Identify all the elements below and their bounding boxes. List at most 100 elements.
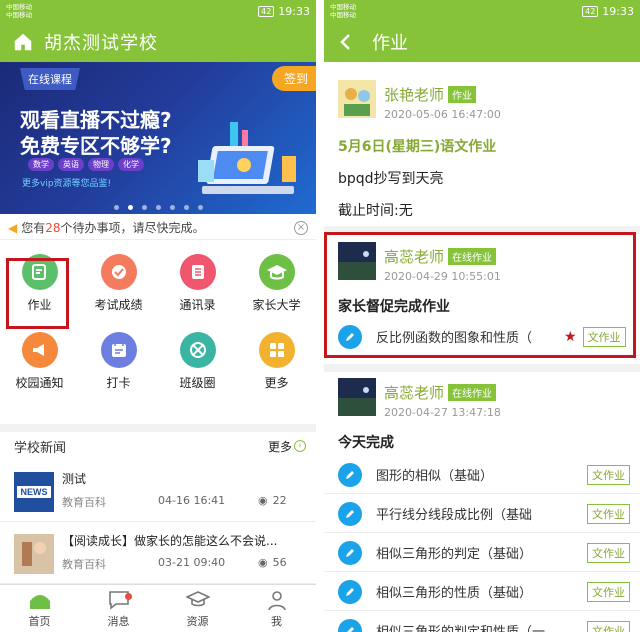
parent-university-icon (258, 253, 295, 290)
pencil-icon (338, 618, 362, 632)
tab-label: 首页 (28, 614, 51, 628)
carousel-dot[interactable] (113, 205, 119, 210)
grid-label: 考试成绩 (94, 297, 143, 312)
notice-prefix: 您有 (21, 221, 46, 235)
assignment-row[interactable]: 相似三角形的性质（基础） 文作业 (324, 573, 640, 611)
carousel-dot[interactable] (169, 205, 175, 210)
homework-post[interactable]: 张艳老师 作业 2020-05-06 16:47:00 5月6日(星期三)语文作… (324, 70, 640, 220)
class-circle-icon (179, 331, 216, 368)
status-bar: 中国移动 中国移动 42 19:33 (324, 0, 640, 22)
banner-line-1: 观看直播不过瘾? (20, 108, 172, 132)
carrier-label-2: 中国移动 (330, 11, 356, 19)
grid-label: 打卡 (106, 375, 131, 390)
news-source: 教育百科 (62, 496, 106, 509)
assignment-row[interactable]: 相似三角形的判定（基础） 文作业 (324, 534, 640, 572)
carousel-dot[interactable] (183, 205, 189, 210)
grid-item-campus-notice[interactable]: 校园通知 (0, 322, 79, 400)
news-title: 测试 (62, 472, 87, 486)
news-more-link[interactable]: 更多 › (268, 438, 306, 455)
pencil-icon (338, 501, 362, 526)
battery-indicator: 42 (582, 5, 599, 17)
back-arrow-icon[interactable] (336, 32, 356, 52)
assignment-row[interactable]: 图形的相似（基础） 文作业 (324, 456, 640, 494)
page-title: 作业 (372, 33, 408, 54)
news-date: 04-16 16:41 (158, 494, 226, 507)
course-banner[interactable]: 在线课程 观看直播不过瘾? 免费专区不够学? 数学 英语 物理 化学 更多vip… (0, 62, 316, 214)
assignment-row[interactable]: 相似三角形的判定和性质（一 文作业 (324, 612, 640, 632)
assignment-tag: 文作业 (587, 542, 630, 563)
clock: 19:33 (602, 4, 634, 18)
carousel-dot[interactable] (155, 205, 161, 210)
chevron-right-icon: › (294, 440, 306, 452)
more-icon (258, 331, 295, 368)
notice-suffix: 个待办事项，请尽快完成。 (60, 221, 205, 235)
status-bar: 中国移动 中国移动 42 19:33 (0, 0, 316, 22)
speaker-icon: ◀ (8, 220, 18, 235)
assignment-title: 平行线分线段成比例（基础 (376, 508, 533, 523)
carrier-label-1: 中国移动 (330, 3, 356, 11)
banner-tag: 在线课程 (20, 68, 80, 90)
carousel-dot[interactable] (141, 205, 147, 210)
signin-button[interactable]: 签到 (271, 66, 316, 91)
carousel-dot-active[interactable] (127, 205, 133, 210)
grid-item-more[interactable]: 更多 (237, 322, 316, 400)
grid-item-parent-university[interactable]: 家长大学 (237, 244, 316, 322)
tab-home[interactable]: 首页 (0, 585, 79, 632)
news-section-title: 学校新闻 (14, 440, 67, 456)
grid-label: 校园通知 (15, 375, 64, 390)
home-tab-icon (29, 594, 50, 609)
tab-me[interactable]: 我 (237, 585, 316, 632)
todo-notice[interactable]: ◀ 您有 28 个待办事项，请尽快完成。 × (0, 216, 316, 240)
assignment-row[interactable]: 平行线分线段成比例（基础 文作业 (324, 495, 640, 533)
checkin-icon (100, 331, 137, 368)
news-header: 学校新闻 更多 › (0, 424, 316, 460)
todo-count: 28 (45, 220, 61, 235)
graduation-cap-icon (185, 590, 210, 606)
view-count: 56 (272, 556, 287, 569)
grid-item-contacts[interactable]: 通讯录 (158, 244, 237, 322)
reading-thumb-icon (14, 534, 54, 574)
news-thumb-icon: NEWS (14, 472, 54, 512)
assignment-title: 图形的相似（基础） (376, 469, 494, 484)
grid-item-checkin[interactable]: 打卡 (79, 322, 158, 400)
carrier-label-1: 中国移动 (6, 3, 32, 11)
tab-messages[interactable]: 消息 (79, 585, 158, 632)
contacts-icon (179, 253, 216, 290)
separator (324, 364, 640, 372)
banner-promo: 更多vip资源等您品鉴! (22, 179, 112, 189)
grid-label: 更多 (264, 375, 289, 390)
tab-resources[interactable]: 资源 (158, 585, 237, 632)
battery-indicator: 42 (258, 5, 275, 17)
tab-label: 消息 (107, 614, 130, 628)
news-item[interactable]: 【阅读成长】做家长的怎能这么不会说... 教育百科 03-21 09:40 ◉ … (0, 522, 316, 584)
carrier-label-2: 中国移动 (6, 11, 32, 19)
assignment-title: 相似三角形的判定（基础） (376, 547, 533, 562)
teacher-name: 高蕊老师 (384, 384, 445, 402)
news-item[interactable]: NEWS 测试 教育百科 04-16 16:41 ◉ 22 (0, 460, 316, 522)
pencil-icon (338, 540, 362, 565)
banner-line-2: 免费专区不够学? (20, 134, 172, 158)
more-label: 更多 (267, 439, 292, 454)
campus-notice-icon (21, 331, 58, 368)
eye-icon: ◉ (258, 494, 268, 507)
close-icon[interactable]: × (294, 220, 308, 235)
news-views: ◉ 56 (258, 556, 287, 569)
news-date: 03-21 09:40 (158, 556, 226, 569)
highlight-box-homework (6, 258, 69, 329)
news-source: 教育百科 (62, 558, 106, 571)
highlight-box-post (324, 232, 636, 358)
post-deadline: 截止时间:无 (338, 203, 413, 219)
view-count: 22 (272, 494, 287, 507)
carousel-dot[interactable] (197, 205, 203, 210)
teacher-avatar (338, 378, 376, 416)
post-time: 2020-05-06 16:47:00 (384, 108, 501, 121)
grid-item-class-circle[interactable]: 班级圈 (158, 322, 237, 400)
subject-pills: 数学 英语 物理 化学 (28, 158, 144, 171)
homework-post[interactable]: 高蕊老师 在线作业 2020-04-27 13:47:18 今天完成 (324, 372, 640, 454)
assignment-title: 相似三角形的性质（基础） (376, 586, 533, 601)
teacher-avatar (338, 80, 376, 118)
svg-text:NEWS: NEWS (21, 487, 48, 497)
homework-screen: 中国移动 中国移动 42 19:33 作业 张艳老师 作业 2020-05-06… (324, 0, 640, 632)
user-icon (267, 590, 286, 610)
grid-item-exam-score[interactable]: 考试成绩 (79, 244, 158, 322)
